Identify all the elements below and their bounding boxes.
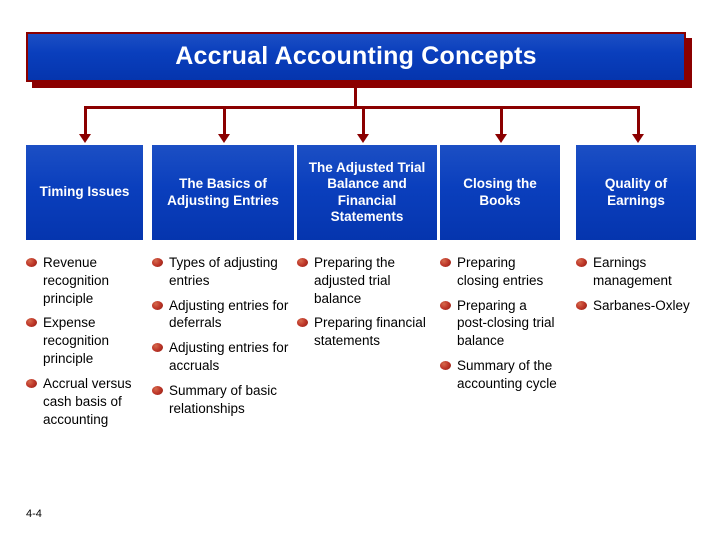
- list-item-label: Preparing closing entries: [457, 255, 544, 288]
- arrowhead-5: [632, 134, 644, 143]
- bullet-dot-icon: [297, 258, 308, 267]
- list-item: Revenue recognition principle: [26, 254, 143, 307]
- list-item: Preparing the adjusted trial balance: [297, 254, 437, 307]
- bullet-dot-icon: [297, 318, 308, 328]
- list-item: Adjusting entries for accruals: [152, 339, 294, 375]
- bullet-dot-icon: [26, 258, 37, 267]
- list-item: Adjusting entries for deferrals: [152, 297, 294, 333]
- arrowhead-4: [495, 134, 507, 143]
- column-header-1: Timing Issues: [26, 145, 143, 240]
- column-quality-of-earnings: Quality of Earnings Earnings management …: [576, 145, 696, 330]
- list-item-label: Expense recognition principle: [43, 315, 110, 367]
- slide-number: 4-4: [26, 508, 42, 520]
- bullet-dot-icon: [152, 343, 163, 353]
- arrowhead-2: [218, 134, 230, 143]
- bullet-list-3: Preparing the adjusted trial balance Pre…: [297, 254, 437, 350]
- bullet-dot-icon: [576, 258, 587, 267]
- bullet-dot-icon: [26, 318, 37, 328]
- list-item-label: Adjusting entries for deferrals: [169, 297, 289, 331]
- connector-branch-5: [637, 106, 640, 136]
- list-item: Preparing a post-closing trial balance: [440, 297, 560, 350]
- list-item: Preparing closing entries: [440, 254, 560, 290]
- list-item-label: Preparing a post-closing trial balance: [457, 297, 555, 349]
- list-item-label: Accrual versus cash basis of accounting: [43, 375, 132, 427]
- page-title: Accrual Accounting Concepts: [175, 42, 537, 71]
- bullet-list-4: Preparing closing entries Preparing a po…: [440, 254, 560, 393]
- bullet-dot-icon: [152, 258, 163, 267]
- bullet-list-1: Revenue recognition principle Expense re…: [26, 254, 143, 428]
- bullet-dot-icon: [440, 300, 451, 310]
- column-header-3: The Adjusted Trial Balance and Financial…: [297, 145, 437, 240]
- column-timing-issues: Timing Issues Revenue recognition princi…: [26, 145, 143, 444]
- connector-trunk-vertical: [354, 82, 357, 106]
- list-item-label: Earnings management: [593, 255, 672, 288]
- connector-branch-1: [84, 106, 87, 136]
- list-item-label: Sarbanes-Oxley: [593, 297, 690, 313]
- list-item: Types of adjusting entries: [152, 254, 294, 290]
- list-item: Accrual versus cash basis of accounting: [26, 375, 143, 428]
- column-closing-the-books: Closing the Books Preparing closing entr…: [440, 145, 560, 409]
- title-banner: Accrual Accounting Concepts: [26, 32, 686, 82]
- column-adjusted-trial-balance: The Adjusted Trial Balance and Financial…: [297, 145, 437, 366]
- bullet-dot-icon: [576, 300, 587, 310]
- list-item: Preparing financial statements: [297, 314, 437, 350]
- column-basics-of-adjusting-entries: The Basics of Adjusting Entries Types of…: [152, 145, 294, 434]
- list-item: Sarbanes-Oxley: [576, 297, 696, 315]
- bullet-dot-icon: [440, 361, 451, 371]
- column-header-4: Closing the Books: [440, 145, 560, 240]
- column-header-2: The Basics of Adjusting Entries: [152, 145, 294, 240]
- bullet-dot-icon: [152, 385, 163, 395]
- list-item: Expense recognition principle: [26, 314, 143, 367]
- list-item-label: Summary of basic relationships: [169, 382, 278, 416]
- connector-branch-3: [362, 106, 365, 136]
- bullet-dot-icon: [440, 258, 451, 267]
- bullet-dot-icon: [26, 378, 37, 388]
- column-header-5: Quality of Earnings: [576, 145, 696, 240]
- connector-branch-2: [223, 106, 226, 136]
- arrowhead-3: [357, 134, 369, 143]
- bullet-list-2: Types of adjusting entries Adjusting ent…: [152, 254, 294, 418]
- list-item: Summary of basic relationships: [152, 382, 294, 418]
- list-item: Earnings management: [576, 254, 696, 290]
- bullet-dot-icon: [152, 300, 163, 310]
- arrowhead-1: [79, 134, 91, 143]
- list-item-label: Types of adjusting entries: [169, 255, 278, 288]
- list-item-label: Preparing the adjusted trial balance: [314, 255, 396, 306]
- list-item-label: Revenue recognition principle: [43, 255, 110, 306]
- list-item-label: Summary of the accounting cycle: [457, 358, 557, 391]
- list-item-label: Preparing financial statements: [314, 315, 426, 349]
- bullet-list-5: Earnings management Sarbanes-Oxley: [576, 254, 696, 314]
- connector-branch-4: [500, 106, 503, 136]
- list-item-label: Adjusting entries for accruals: [169, 340, 289, 374]
- list-item: Summary of the accounting cycle: [440, 357, 560, 393]
